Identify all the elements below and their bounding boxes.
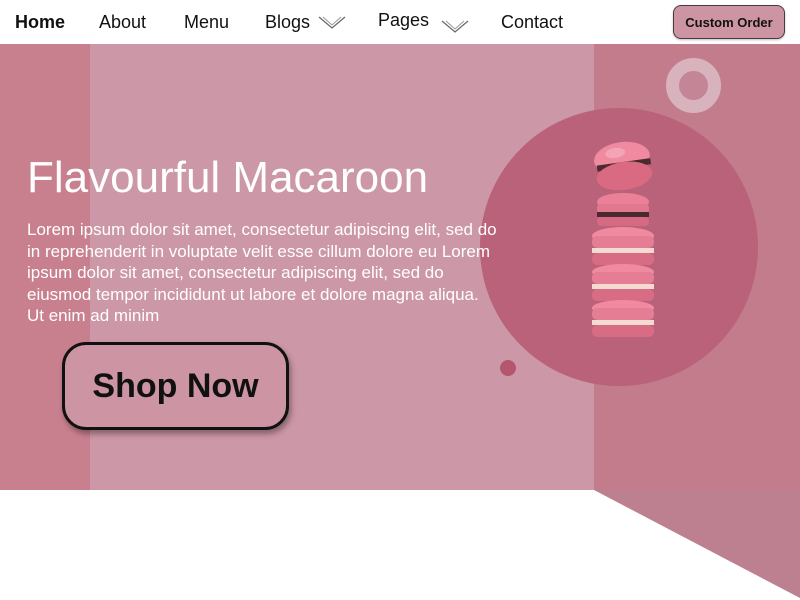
hero-description: Lorem ipsum dolor sit amet, consectetur …	[27, 220, 497, 325]
nav-pages[interactable]: Pages	[378, 9, 429, 31]
pages-chevron-down-icon[interactable]	[441, 20, 469, 34]
top-navbar: Home About Menu Blogs Pages Contact Cust…	[0, 0, 800, 44]
nav-about[interactable]: About	[99, 11, 146, 33]
macaron-stack-icon	[592, 141, 654, 337]
blogs-chevron-down-icon[interactable]	[318, 16, 346, 30]
hero-title: Flavourful Macaroon	[27, 153, 429, 202]
nav-contact[interactable]: Contact	[501, 11, 563, 33]
custom-order-button[interactable]: Custom Order	[673, 5, 785, 39]
decorative-dot	[500, 360, 516, 376]
shop-now-button[interactable]: Shop Now	[62, 342, 289, 430]
nav-home[interactable]: Home	[15, 11, 65, 33]
nav-blogs[interactable]: Blogs	[265, 11, 310, 33]
nav-menu[interactable]: Menu	[184, 11, 229, 33]
floor-polygon	[594, 490, 800, 598]
decorative-ring	[666, 58, 721, 113]
